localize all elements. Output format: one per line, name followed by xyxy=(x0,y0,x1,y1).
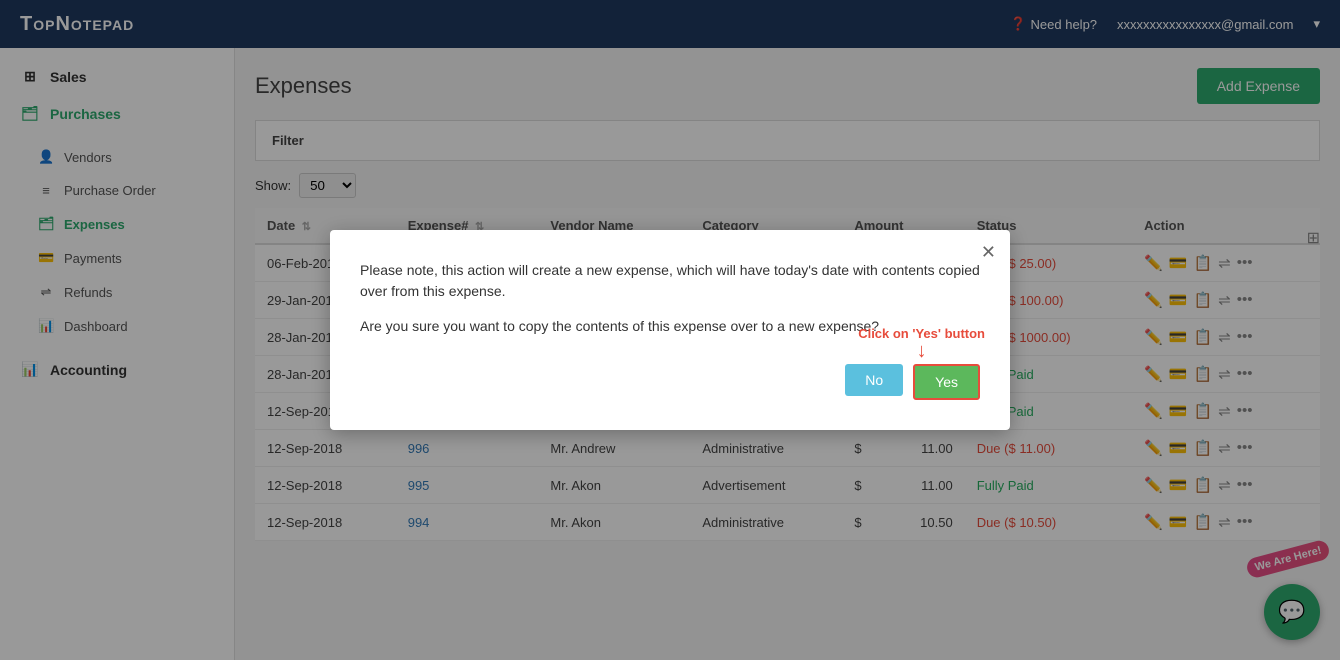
no-button[interactable]: No xyxy=(845,364,903,396)
modal-actions: No Click on 'Yes' button ↓ Yes xyxy=(360,364,980,400)
modal-close-button[interactable]: ✕ xyxy=(981,242,996,263)
modal-text-1: Please note, this action will create a n… xyxy=(360,260,980,302)
down-arrow-icon: ↓ xyxy=(917,341,927,361)
copy-expense-modal: ✕ Please note, this action will create a… xyxy=(330,230,1010,430)
yes-button[interactable]: Yes xyxy=(913,364,980,400)
modal-text-2: Are you sure you want to copy the conten… xyxy=(360,318,980,334)
modal-overlay: ✕ Please note, this action will create a… xyxy=(0,0,1340,660)
yes-button-wrapper: Click on 'Yes' button ↓ Yes xyxy=(913,364,980,400)
